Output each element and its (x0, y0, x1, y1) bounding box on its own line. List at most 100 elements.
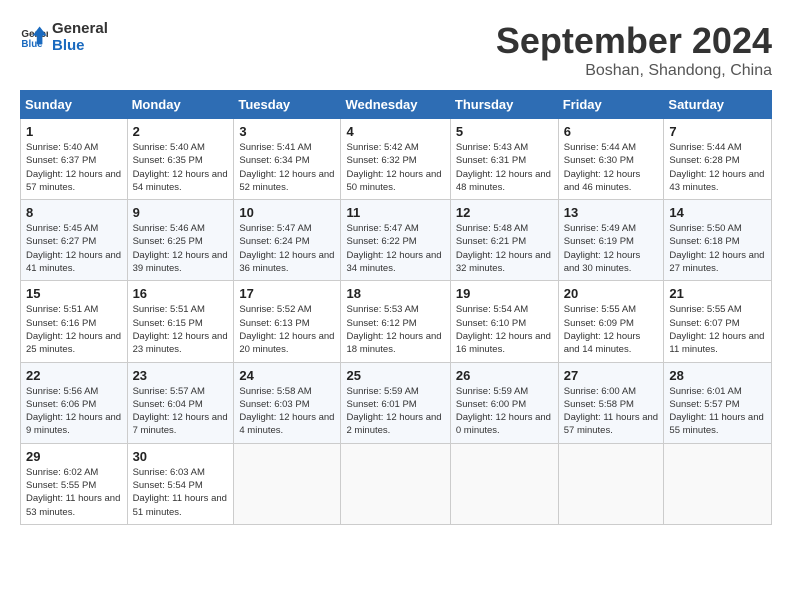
day-info: Sunrise: 5:46 AM Sunset: 6:25 PM Dayligh… (133, 222, 229, 275)
calendar-cell: 30 Sunrise: 6:03 AM Sunset: 5:54 PM Dayl… (127, 443, 234, 524)
day-number: 8 (26, 205, 122, 220)
day-number: 16 (133, 286, 229, 301)
day-number: 26 (456, 368, 553, 383)
day-number: 30 (133, 449, 229, 464)
calendar-cell: 24 Sunrise: 5:58 AM Sunset: 6:03 PM Dayl… (234, 362, 341, 443)
calendar-week-row: 22 Sunrise: 5:56 AM Sunset: 6:06 PM Dayl… (21, 362, 772, 443)
day-info: Sunrise: 6:00 AM Sunset: 5:58 PM Dayligh… (564, 385, 659, 438)
day-number: 20 (564, 286, 659, 301)
day-number: 4 (346, 124, 444, 139)
calendar-cell: 26 Sunrise: 5:59 AM Sunset: 6:00 PM Dayl… (450, 362, 558, 443)
day-number: 7 (669, 124, 766, 139)
day-number: 28 (669, 368, 766, 383)
day-info: Sunrise: 5:58 AM Sunset: 6:03 PM Dayligh… (239, 385, 335, 438)
calendar-week-row: 29 Sunrise: 6:02 AM Sunset: 5:55 PM Dayl… (21, 443, 772, 524)
calendar-cell: 7 Sunrise: 5:44 AM Sunset: 6:28 PM Dayli… (664, 119, 772, 200)
day-number: 29 (26, 449, 122, 464)
day-number: 2 (133, 124, 229, 139)
day-info: Sunrise: 5:55 AM Sunset: 6:07 PM Dayligh… (669, 303, 766, 356)
calendar-cell: 22 Sunrise: 5:56 AM Sunset: 6:06 PM Dayl… (21, 362, 128, 443)
calendar-cell: 13 Sunrise: 5:49 AM Sunset: 6:19 PM Dayl… (558, 200, 664, 281)
day-info: Sunrise: 5:40 AM Sunset: 6:35 PM Dayligh… (133, 141, 229, 194)
calendar-header-row: Sunday Monday Tuesday Wednesday Thursday… (21, 91, 772, 119)
logo-text-line2: Blue (52, 37, 108, 54)
calendar-cell: 21 Sunrise: 5:55 AM Sunset: 6:07 PM Dayl… (664, 281, 772, 362)
day-number: 6 (564, 124, 659, 139)
day-number: 12 (456, 205, 553, 220)
calendar-cell: 25 Sunrise: 5:59 AM Sunset: 6:01 PM Dayl… (341, 362, 450, 443)
calendar-cell (341, 443, 450, 524)
day-number: 3 (239, 124, 335, 139)
calendar-cell: 23 Sunrise: 5:57 AM Sunset: 6:04 PM Dayl… (127, 362, 234, 443)
calendar-cell: 2 Sunrise: 5:40 AM Sunset: 6:35 PM Dayli… (127, 119, 234, 200)
col-wednesday: Wednesday (341, 91, 450, 119)
day-info: Sunrise: 5:44 AM Sunset: 6:30 PM Dayligh… (564, 141, 659, 194)
calendar-cell: 17 Sunrise: 5:52 AM Sunset: 6:13 PM Dayl… (234, 281, 341, 362)
day-info: Sunrise: 5:40 AM Sunset: 6:37 PM Dayligh… (26, 141, 122, 194)
day-info: Sunrise: 5:49 AM Sunset: 6:19 PM Dayligh… (564, 222, 659, 275)
day-number: 25 (346, 368, 444, 383)
day-number: 10 (239, 205, 335, 220)
calendar-week-row: 15 Sunrise: 5:51 AM Sunset: 6:16 PM Dayl… (21, 281, 772, 362)
day-number: 27 (564, 368, 659, 383)
calendar-cell: 18 Sunrise: 5:53 AM Sunset: 6:12 PM Dayl… (341, 281, 450, 362)
col-friday: Friday (558, 91, 664, 119)
logo: General Blue General Blue (20, 20, 108, 54)
calendar-cell: 5 Sunrise: 5:43 AM Sunset: 6:31 PM Dayli… (450, 119, 558, 200)
day-number: 15 (26, 286, 122, 301)
day-number: 17 (239, 286, 335, 301)
calendar-cell: 6 Sunrise: 5:44 AM Sunset: 6:30 PM Dayli… (558, 119, 664, 200)
col-saturday: Saturday (664, 91, 772, 119)
day-info: Sunrise: 5:57 AM Sunset: 6:04 PM Dayligh… (133, 385, 229, 438)
logo-text-line1: General (52, 20, 108, 37)
day-number: 24 (239, 368, 335, 383)
calendar-cell: 3 Sunrise: 5:41 AM Sunset: 6:34 PM Dayli… (234, 119, 341, 200)
day-info: Sunrise: 5:48 AM Sunset: 6:21 PM Dayligh… (456, 222, 553, 275)
calendar-table: Sunday Monday Tuesday Wednesday Thursday… (20, 90, 772, 525)
day-info: Sunrise: 5:51 AM Sunset: 6:15 PM Dayligh… (133, 303, 229, 356)
day-number: 21 (669, 286, 766, 301)
day-info: Sunrise: 5:47 AM Sunset: 6:24 PM Dayligh… (239, 222, 335, 275)
calendar-week-row: 8 Sunrise: 5:45 AM Sunset: 6:27 PM Dayli… (21, 200, 772, 281)
col-monday: Monday (127, 91, 234, 119)
day-info: Sunrise: 5:56 AM Sunset: 6:06 PM Dayligh… (26, 385, 122, 438)
calendar-cell: 28 Sunrise: 6:01 AM Sunset: 5:57 PM Dayl… (664, 362, 772, 443)
day-info: Sunrise: 5:59 AM Sunset: 6:01 PM Dayligh… (346, 385, 444, 438)
calendar-cell: 10 Sunrise: 5:47 AM Sunset: 6:24 PM Dayl… (234, 200, 341, 281)
month-title: September 2024 (496, 20, 772, 62)
day-number: 5 (456, 124, 553, 139)
day-info: Sunrise: 5:41 AM Sunset: 6:34 PM Dayligh… (239, 141, 335, 194)
day-info: Sunrise: 5:43 AM Sunset: 6:31 PM Dayligh… (456, 141, 553, 194)
calendar-cell: 29 Sunrise: 6:02 AM Sunset: 5:55 PM Dayl… (21, 443, 128, 524)
day-info: Sunrise: 5:54 AM Sunset: 6:10 PM Dayligh… (456, 303, 553, 356)
calendar-cell: 16 Sunrise: 5:51 AM Sunset: 6:15 PM Dayl… (127, 281, 234, 362)
calendar-cell: 11 Sunrise: 5:47 AM Sunset: 6:22 PM Dayl… (341, 200, 450, 281)
day-info: Sunrise: 5:44 AM Sunset: 6:28 PM Dayligh… (669, 141, 766, 194)
day-number: 18 (346, 286, 444, 301)
location-title: Boshan, Shandong, China (496, 62, 772, 80)
page-header: General Blue General Blue September 2024… (20, 20, 772, 80)
day-info: Sunrise: 5:45 AM Sunset: 6:27 PM Dayligh… (26, 222, 122, 275)
calendar-cell: 20 Sunrise: 5:55 AM Sunset: 6:09 PM Dayl… (558, 281, 664, 362)
calendar-cell: 9 Sunrise: 5:46 AM Sunset: 6:25 PM Dayli… (127, 200, 234, 281)
day-info: Sunrise: 5:42 AM Sunset: 6:32 PM Dayligh… (346, 141, 444, 194)
title-section: September 2024 Boshan, Shandong, China (496, 20, 772, 80)
calendar-cell (450, 443, 558, 524)
day-info: Sunrise: 5:53 AM Sunset: 6:12 PM Dayligh… (346, 303, 444, 356)
calendar-cell: 8 Sunrise: 5:45 AM Sunset: 6:27 PM Dayli… (21, 200, 128, 281)
day-info: Sunrise: 5:50 AM Sunset: 6:18 PM Dayligh… (669, 222, 766, 275)
day-info: Sunrise: 6:03 AM Sunset: 5:54 PM Dayligh… (133, 466, 229, 519)
calendar-cell (234, 443, 341, 524)
logo-icon: General Blue (20, 23, 48, 51)
day-number: 23 (133, 368, 229, 383)
col-thursday: Thursday (450, 91, 558, 119)
calendar-cell: 15 Sunrise: 5:51 AM Sunset: 6:16 PM Dayl… (21, 281, 128, 362)
day-info: Sunrise: 5:47 AM Sunset: 6:22 PM Dayligh… (346, 222, 444, 275)
day-number: 22 (26, 368, 122, 383)
calendar-week-row: 1 Sunrise: 5:40 AM Sunset: 6:37 PM Dayli… (21, 119, 772, 200)
calendar-cell: 19 Sunrise: 5:54 AM Sunset: 6:10 PM Dayl… (450, 281, 558, 362)
day-number: 14 (669, 205, 766, 220)
calendar-cell: 27 Sunrise: 6:00 AM Sunset: 5:58 PM Dayl… (558, 362, 664, 443)
col-sunday: Sunday (21, 91, 128, 119)
calendar-cell: 1 Sunrise: 5:40 AM Sunset: 6:37 PM Dayli… (21, 119, 128, 200)
